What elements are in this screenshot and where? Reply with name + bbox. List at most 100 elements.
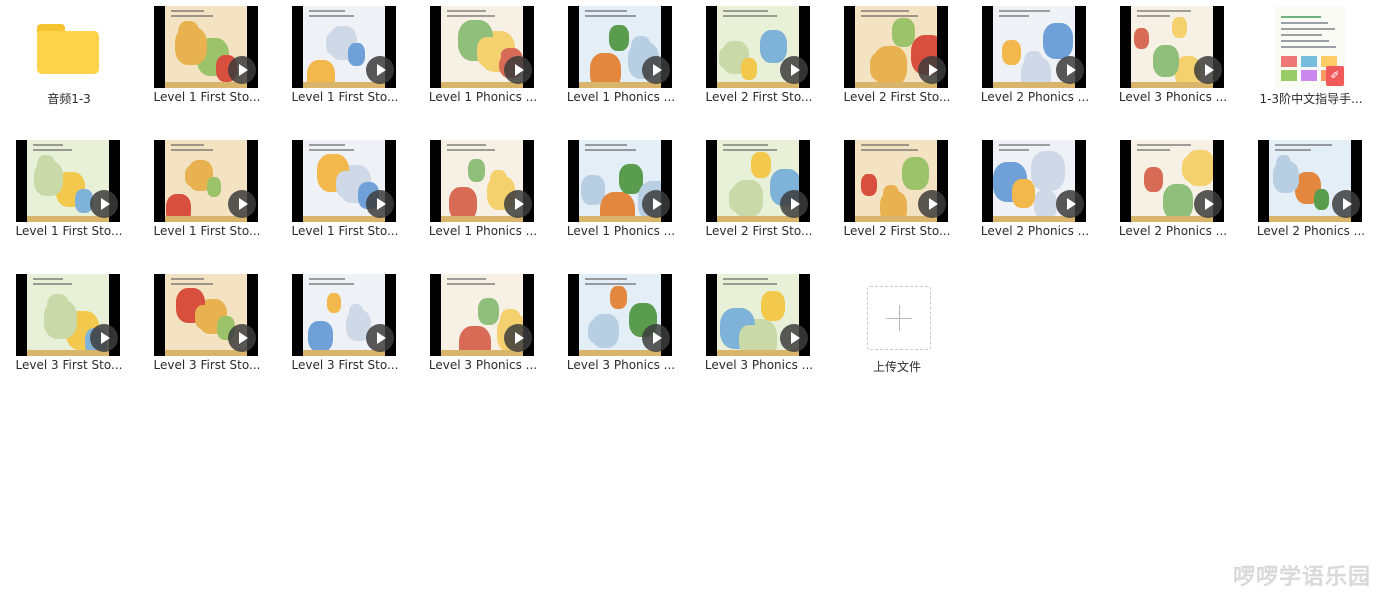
play-icon[interactable] [504, 190, 532, 218]
pdf-file-item[interactable]: ✐ 1-3阶中文指导手... [1242, 0, 1377, 120]
watermark: 啰啰学语乐园 [1232, 565, 1371, 590]
video-thumbnail [16, 274, 120, 356]
file-name-label: Level 2 Phonics ... [1118, 224, 1228, 238]
file-name-label: Level 2 First Sto... [843, 224, 951, 238]
file-name-label: Level 2 First Sto... [705, 90, 813, 104]
file-name-label: Level 1 First Sto... [291, 224, 399, 238]
play-icon[interactable] [366, 56, 394, 84]
video-file-item[interactable]: Level 2 Phonics ... [1104, 134, 1242, 254]
upload-file-button[interactable]: 上传文件 [828, 268, 966, 388]
video-thumbnail [982, 6, 1086, 88]
play-icon[interactable] [504, 324, 532, 352]
video-file-item[interactable]: Level 1 First Sto... [138, 0, 276, 120]
play-icon[interactable] [1332, 190, 1360, 218]
play-icon[interactable] [918, 190, 946, 218]
file-name-label: 音频1-3 [47, 92, 91, 106]
video-file-item[interactable]: Level 3 First Sto... [138, 268, 276, 388]
play-icon[interactable] [90, 190, 118, 218]
video-thumbnail [568, 140, 672, 222]
video-file-item[interactable]: Level 3 First Sto... [0, 268, 138, 388]
video-thumbnail [292, 274, 396, 356]
file-name-label: Level 1 First Sto... [291, 90, 399, 104]
folder-icon [37, 24, 99, 74]
file-name-label: Level 1 Phonics ... [566, 90, 676, 104]
video-file-item[interactable]: Level 2 Phonics ... [1242, 134, 1377, 254]
video-file-item[interactable]: Level 1 First Sto... [276, 0, 414, 120]
play-icon[interactable] [780, 190, 808, 218]
upload-label: 上传文件 [872, 360, 921, 374]
video-thumbnail [1120, 6, 1224, 88]
video-thumbnail [16, 140, 120, 222]
play-icon[interactable] [228, 56, 256, 84]
play-icon[interactable] [780, 56, 808, 84]
file-name-label: Level 2 Phonics ... [980, 224, 1090, 238]
play-icon[interactable] [642, 56, 670, 84]
play-icon[interactable] [90, 324, 118, 352]
play-icon[interactable] [780, 324, 808, 352]
file-grid: 音频1-3 Level 1 First Sto... Level 1 First S… [0, 0, 1377, 601]
play-icon[interactable] [642, 324, 670, 352]
file-name-label: Level 2 First Sto... [843, 90, 951, 104]
video-thumbnail [982, 140, 1086, 222]
play-icon[interactable] [1194, 56, 1222, 84]
video-file-item[interactable]: Level 1 First Sto... [138, 134, 276, 254]
video-file-item[interactable]: Level 3 Phonics ... [1104, 0, 1242, 120]
video-file-item[interactable]: Level 3 Phonics ... [552, 268, 690, 388]
file-name-label: Level 3 Phonics ... [566, 358, 676, 372]
video-file-item[interactable]: Level 1 Phonics ... [552, 134, 690, 254]
video-file-item[interactable]: Level 1 Phonics ... [414, 134, 552, 254]
video-thumbnail [706, 274, 810, 356]
video-thumbnail [430, 274, 534, 356]
video-thumbnail [154, 6, 258, 88]
video-file-item[interactable]: Level 1 First Sto... [0, 134, 138, 254]
video-file-item[interactable]: Level 2 First Sto... [690, 134, 828, 254]
video-thumbnail [844, 140, 948, 222]
video-file-item[interactable]: Level 1 Phonics ... [552, 0, 690, 120]
play-icon[interactable] [366, 190, 394, 218]
plus-icon[interactable] [867, 286, 931, 350]
video-file-item[interactable]: Level 2 Phonics ... [966, 134, 1104, 254]
video-file-item[interactable]: Level 2 First Sto... [690, 0, 828, 120]
video-file-item[interactable]: Level 3 Phonics ... [690, 268, 828, 388]
file-name-label: Level 1 First Sto... [153, 224, 261, 238]
video-file-item[interactable]: Level 3 Phonics ... [414, 268, 552, 388]
video-file-item[interactable]: Level 2 Phonics ... [966, 0, 1104, 120]
video-thumbnail [706, 140, 810, 222]
play-icon[interactable] [918, 56, 946, 84]
video-thumbnail [568, 274, 672, 356]
play-icon[interactable] [228, 190, 256, 218]
file-name-label: Level 3 Phonics ... [428, 358, 538, 372]
file-name-label: Level 1 Phonics ... [566, 224, 676, 238]
file-name-label: Level 3 First Sto... [291, 358, 399, 372]
file-name-label: Level 1 Phonics ... [428, 224, 538, 238]
file-name-label: Level 3 Phonics ... [704, 358, 814, 372]
video-thumbnail [1120, 140, 1224, 222]
video-file-item[interactable]: Level 1 Phonics ... [414, 0, 552, 120]
video-file-item[interactable]: Level 3 First Sto... [276, 268, 414, 388]
file-name-label: Level 2 Phonics ... [980, 90, 1090, 104]
play-icon[interactable] [1056, 190, 1084, 218]
play-icon[interactable] [504, 56, 532, 84]
video-file-item[interactable]: Level 2 First Sto... [828, 134, 966, 254]
video-thumbnail [154, 274, 258, 356]
video-thumbnail [844, 6, 948, 88]
video-thumbnail [1258, 140, 1362, 222]
play-icon[interactable] [1056, 56, 1084, 84]
play-icon[interactable] [1194, 190, 1222, 218]
file-name-label: Level 3 First Sto... [15, 358, 123, 372]
video-thumbnail [568, 6, 672, 88]
file-name-label: Level 2 First Sto... [705, 224, 813, 238]
video-file-item[interactable]: Level 1 First Sto... [276, 134, 414, 254]
video-file-item[interactable]: Level 2 First Sto... [828, 0, 966, 120]
video-thumbnail [154, 140, 258, 222]
play-icon[interactable] [642, 190, 670, 218]
video-thumbnail [430, 140, 534, 222]
file-name-label: Level 1 First Sto... [153, 90, 261, 104]
video-thumbnail [706, 6, 810, 88]
video-thumbnail [292, 140, 396, 222]
play-icon[interactable] [228, 324, 256, 352]
file-name-label: Level 1 First Sto... [15, 224, 123, 238]
play-icon[interactable] [366, 324, 394, 352]
pdf-thumbnail: ✐ [1258, 6, 1362, 88]
folder-item[interactable]: 音频1-3 [0, 0, 138, 120]
